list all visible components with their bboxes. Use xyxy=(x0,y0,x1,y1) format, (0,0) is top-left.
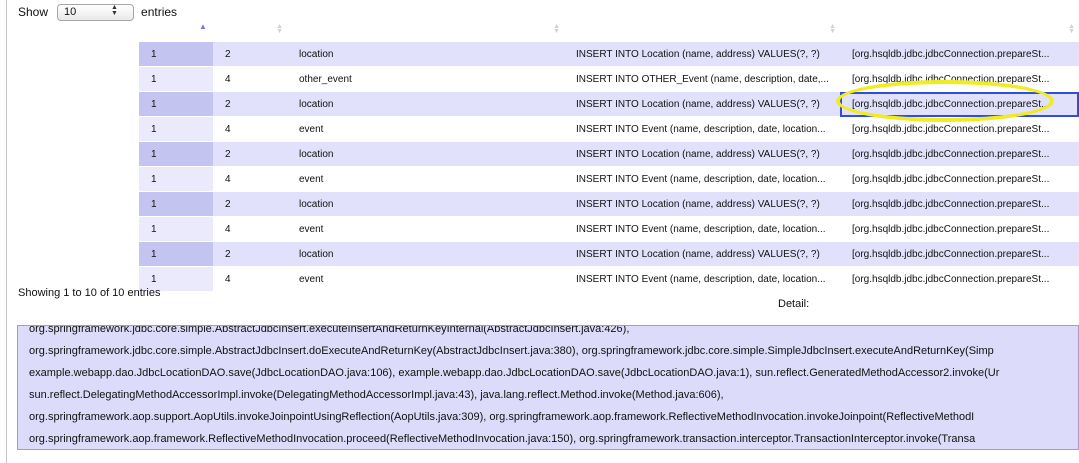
table-body: 1 2 location INSERT INTO Location (name, ad… xyxy=(139,41,1079,291)
table-cell[interactable]: [org.hsqldb.jdbc.jdbcConnection.prepareS… xyxy=(840,91,1079,117)
table-cell[interactable]: 4 xyxy=(213,116,287,142)
table-row[interactable]: 1 4 event INSERT INTO Event (name, descript… xyxy=(139,116,1079,142)
table-cell[interactable]: INSERT INTO Event (name, description, da… xyxy=(564,166,840,192)
table-row[interactable]: 1 2 location INSERT INTO Location (name, ad… xyxy=(139,241,1079,267)
left-border xyxy=(6,0,7,463)
table-cell[interactable]: 1 xyxy=(139,166,213,192)
column-header[interactable]: ▲ ▼ xyxy=(287,18,564,42)
table-cell[interactable]: location xyxy=(287,241,564,267)
sort-both-icon: ▲ ▼ xyxy=(1068,23,1075,35)
table-row[interactable]: 1 4 other_event INSERT INTO OTHER_Event (na… xyxy=(139,66,1079,92)
table-cell[interactable]: 2 xyxy=(213,191,287,217)
table-cell[interactable]: 2 xyxy=(213,91,287,117)
table-cell[interactable]: INSERT INTO Event (name, description, da… xyxy=(564,266,840,291)
table-cell[interactable]: [org.hsqldb.jdbc.jdbcConnection.prepareS… xyxy=(840,216,1079,242)
detail-line: example.webapp.dao.JdbcLocationDAO.save(… xyxy=(29,367,1000,379)
table-cell[interactable]: 2 xyxy=(213,141,287,167)
table-cell[interactable]: [org.hsqldb.jdbc.jdbcConnection.prepareS… xyxy=(840,241,1079,267)
table-cell[interactable]: 1 xyxy=(139,191,213,217)
column-header[interactable]: ▲ ▼ xyxy=(564,18,840,42)
column-header[interactable]: ▲ ▼ xyxy=(840,18,1079,42)
table-cell[interactable]: 4 xyxy=(213,166,287,192)
table-cell[interactable]: [org.hsqldb.jdbc.jdbcConnection.prepareS… xyxy=(840,66,1079,92)
table-cell[interactable]: other_event xyxy=(287,66,564,92)
table-row[interactable]: 1 4 event INSERT INTO Event (name, descript… xyxy=(139,216,1079,242)
table-cell[interactable]: INSERT INTO Location (name, address) VAL… xyxy=(564,141,840,167)
table-cell[interactable]: event xyxy=(287,216,564,242)
table-cell[interactable]: [org.hsqldb.jdbc.jdbcConnection.prepareS… xyxy=(840,266,1079,291)
table-info: Showing 1 to 10 of 10 entries xyxy=(18,287,161,299)
table-cell[interactable]: location xyxy=(287,141,564,167)
detail-line: sun.reflect.DelegatingMethodAccessorImpl… xyxy=(29,389,724,401)
detail-line: org.springframework.aop.framework.Reflec… xyxy=(29,433,976,445)
table-cell[interactable]: INSERT INTO Event (name, description, da… xyxy=(564,116,840,142)
column-header[interactable]: ▲ ▼ xyxy=(213,18,287,42)
entries-per-page-select[interactable]: 10 xyxy=(57,3,135,21)
sort-both-icon: ▲ ▼ xyxy=(829,23,836,35)
detail-panel[interactable]: org.springframework.jdbc.core.simple.Abs… xyxy=(17,325,1079,450)
table-cell[interactable]: [org.hsqldb.jdbc.jdbcConnection.prepareS… xyxy=(840,41,1079,67)
table-cell[interactable]: location xyxy=(287,41,564,67)
sort-both-icon: ▲ ▼ xyxy=(553,23,560,35)
column-header[interactable]: ▲ xyxy=(139,18,213,42)
detail-text: org.springframework.jdbc.core.simple.Abs… xyxy=(29,325,1000,449)
table-header-row: ▲ ▲ ▼ ▲ ▼ ▲ ▼ ▲ ▼ xyxy=(139,18,1079,42)
table-cell[interactable]: 2 xyxy=(213,41,287,67)
table-cell[interactable]: [org.hsqldb.jdbc.jdbcConnection.prepareS… xyxy=(840,141,1079,167)
entries-table: ▲ ▲ ▼ ▲ ▼ ▲ ▼ ▲ ▼ 1 2 location INSERT INTO Loca… xyxy=(139,18,1079,291)
table-cell[interactable]: INSERT INTO OTHER_Event (name, descripti… xyxy=(564,66,840,92)
table-cell[interactable]: location xyxy=(287,91,564,117)
table-cell[interactable]: 1 xyxy=(139,41,213,67)
table-row[interactable]: 1 2 location INSERT INTO Location (name, ad… xyxy=(139,91,1079,117)
table-cell[interactable]: event xyxy=(287,116,564,142)
table-row[interactable]: 1 2 location INSERT INTO Location (name, ad… xyxy=(139,141,1079,167)
table-cell[interactable]: INSERT INTO Location (name, address) VAL… xyxy=(564,91,840,117)
table-cell[interactable]: INSERT INTO Location (name, address) VAL… xyxy=(564,241,840,267)
detail-label: Detail: xyxy=(778,298,810,310)
table-cell[interactable]: INSERT INTO Location (name, address) VAL… xyxy=(564,41,840,67)
detail-line: org.springframework.aop.support.AopUtils… xyxy=(29,411,975,423)
table-cell[interactable]: 1 xyxy=(139,66,213,92)
table-cell[interactable]: 1 xyxy=(139,141,213,167)
table-cell[interactable]: 1 xyxy=(139,91,213,117)
table-cell[interactable]: INSERT INTO Location (name, address) VAL… xyxy=(564,191,840,217)
detail-line: org.springframework.jdbc.core.simple.Abs… xyxy=(29,345,994,357)
detail-line: org.springframework.jdbc.core.simple.Abs… xyxy=(29,325,630,335)
table-cell[interactable]: 2 xyxy=(213,241,287,267)
table-row[interactable]: 1 2 location INSERT INTO Location (name, ad… xyxy=(139,191,1079,217)
table-row[interactable]: 1 2 location INSERT INTO Location (name, ad… xyxy=(139,41,1079,67)
table-cell[interactable]: 4 xyxy=(213,66,287,92)
table-row[interactable]: 1 4 event INSERT INTO Event (name, descript… xyxy=(139,266,1079,291)
sort-asc-icon: ▲ xyxy=(199,22,207,31)
table-cell[interactable]: 1 xyxy=(139,116,213,142)
table-cell[interactable]: 1 xyxy=(139,216,213,242)
table-row[interactable]: 1 4 event INSERT INTO Event (name, descript… xyxy=(139,166,1079,192)
table-cell[interactable]: [org.hsqldb.jdbc.jdbcConnection.prepareS… xyxy=(840,166,1079,192)
table-cell[interactable]: 1 xyxy=(139,241,213,267)
table-cell[interactable]: [org.hsqldb.jdbc.jdbcConnection.prepareS… xyxy=(840,191,1079,217)
table-cell[interactable]: 4 xyxy=(213,216,287,242)
table-cell[interactable]: location xyxy=(287,191,564,217)
table-cell[interactable]: 4 xyxy=(213,266,287,291)
sort-both-icon: ▲ ▼ xyxy=(276,23,283,35)
show-label: Show xyxy=(18,5,49,19)
entries-label: entries xyxy=(141,5,178,19)
table-cell[interactable]: event xyxy=(287,266,564,291)
table-cell[interactable]: event xyxy=(287,166,564,192)
table-cell[interactable]: [org.hsqldb.jdbc.jdbcConnection.prepareS… xyxy=(840,116,1079,142)
table-cell[interactable]: INSERT INTO Event (name, description, da… xyxy=(564,216,840,242)
